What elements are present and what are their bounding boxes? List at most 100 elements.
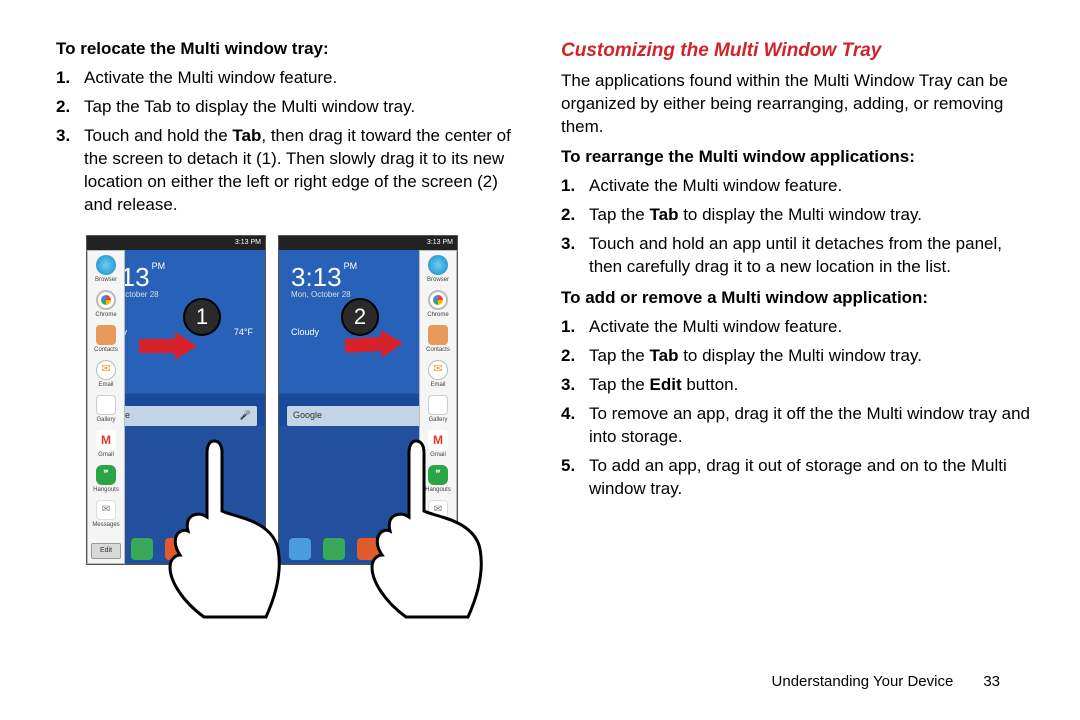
step-text: Tap the Tab to display the Multi window …: [84, 97, 415, 116]
app-label: Gallery: [96, 416, 115, 424]
hangouts-icon: [96, 465, 116, 485]
step-text: To add an app, drag it out of storage an…: [589, 456, 1007, 498]
phone-screenshot-1: 3:13 PM 3:13PM Mon, October 28 Cloudy74°…: [86, 235, 266, 565]
tray-app: Hangouts: [88, 461, 124, 496]
relocate-step-2: Tap the Tab to display the Multi window …: [56, 96, 525, 119]
tray-app: Gmail: [88, 426, 124, 461]
step-text: Touch and hold the: [84, 126, 232, 145]
step-text: Tap the: [589, 375, 650, 394]
list-item: To remove an app, drag it off the the Mu…: [561, 403, 1030, 449]
list-item: Activate the Multi window feature.: [561, 316, 1030, 339]
step-text: Activate the Multi window feature.: [589, 176, 842, 195]
app-label: Chrome: [427, 311, 448, 319]
add-remove-steps: Activate the Multi window feature. Tap t…: [561, 316, 1030, 501]
messages-icon: [96, 500, 116, 520]
list-item: Tap the Edit button.: [561, 374, 1030, 397]
app-label: Gallery: [428, 416, 447, 424]
tray-app: Contacts: [88, 321, 124, 356]
tray-app: Gallery: [88, 391, 124, 426]
edit-button: Edit: [91, 543, 121, 559]
gallery-icon: [428, 395, 448, 415]
step-bold: Tab: [232, 126, 261, 145]
tray-app: Chrome: [88, 286, 124, 321]
relocate-heading: To relocate the Multi window tray:: [56, 38, 525, 61]
list-item: To add an app, drag it out of storage an…: [561, 455, 1030, 501]
browser-icon: [96, 255, 116, 275]
chrome-icon: [428, 290, 448, 310]
date-label: Mon, October 28: [291, 290, 351, 301]
step-text: button.: [682, 375, 739, 394]
app-label: Chrome: [95, 311, 116, 319]
dock-icon: [165, 538, 187, 560]
tray-app: Chrome: [420, 286, 456, 321]
tray-app: Gmail: [420, 426, 456, 461]
app-label: Gmail: [430, 451, 446, 459]
search-label: Google: [293, 409, 322, 421]
email-icon: [96, 360, 116, 380]
tray-app: Email: [88, 356, 124, 391]
chrome-icon: [96, 290, 116, 310]
step-text: to display the Multi window tray.: [678, 205, 921, 224]
app-label: Hangouts: [93, 486, 119, 494]
step-bold: Tab: [650, 346, 679, 365]
dock-icon: [323, 538, 345, 560]
gmail-icon: [96, 430, 116, 450]
clock-time: 3:13: [291, 262, 342, 292]
status-bar: 3:13 PM: [279, 236, 457, 250]
list-item: Activate the Multi window feature.: [561, 175, 1030, 198]
list-item: Touch and hold an app until it detaches …: [561, 233, 1030, 279]
app-label: Hangouts: [425, 486, 451, 494]
edit-button: Edit: [423, 543, 453, 559]
weather-word: Cloudy: [291, 326, 319, 338]
dock-icon: [391, 538, 413, 560]
add-remove-heading: To add or remove a Multi window applicat…: [561, 287, 1030, 310]
relocate-steps: Activate the Multi window feature. Tap t…: [56, 67, 525, 217]
app-label: Messages: [424, 521, 451, 529]
step-text: to display the Multi window tray.: [678, 346, 921, 365]
app-label: Contacts: [426, 346, 450, 354]
dock-icon: [357, 538, 379, 560]
multi-window-tray: Browser Chrome Contacts Email Gallery Gm…: [87, 250, 125, 564]
step-text: Tap the: [589, 205, 650, 224]
app-label: Contacts: [94, 346, 118, 354]
step-text: Touch and hold an app until it detaches …: [589, 234, 1002, 276]
app-label: Messages: [92, 521, 119, 529]
list-item: Tap the Tab to display the Multi window …: [561, 345, 1030, 368]
page-footer: Understanding Your Device 33: [772, 672, 1000, 692]
section-name: Understanding Your Device: [772, 672, 954, 692]
clock-ampm: PM: [152, 261, 166, 271]
step-bold: Tab: [650, 205, 679, 224]
browser-icon: [428, 255, 448, 275]
contact-icon: [96, 325, 116, 345]
step-text: To remove an app, drag it off the the Mu…: [589, 404, 1030, 446]
customizing-title: Customizing the Multi Window Tray: [561, 38, 1030, 64]
app-label: Email: [98, 381, 113, 389]
rearrange-steps: Activate the Multi window feature. Tap t…: [561, 175, 1030, 279]
dock-icon: [289, 538, 311, 560]
gmail-icon: [428, 430, 448, 450]
tray-app: Hangouts: [420, 461, 456, 496]
illustration: 3:13 PM 3:13PM Mon, October 28 Cloudy74°…: [86, 235, 525, 565]
intro-paragraph: The applications found within the Multi …: [561, 70, 1030, 139]
status-bar: 3:13 PM: [87, 236, 265, 250]
step-text: Tap the: [589, 346, 650, 365]
app-label: Gmail: [98, 451, 114, 459]
app-label: Email: [430, 381, 445, 389]
phone-screenshot-2: 3:13 PM 3:13PM Mon, October 28 Cloudy74°…: [278, 235, 458, 565]
tray-app: Messages: [88, 496, 124, 531]
tray-app: Gallery: [420, 391, 456, 426]
tray-app: Email: [420, 356, 456, 391]
app-label: Browser: [427, 276, 449, 284]
callout-badge-2: 2: [341, 298, 379, 336]
hangouts-icon: [428, 465, 448, 485]
gallery-icon: [96, 395, 116, 415]
step-text: Activate the Multi window feature.: [84, 68, 337, 87]
step-bold: Edit: [650, 375, 682, 394]
page-number: 33: [983, 672, 1000, 692]
relocate-step-1: Activate the Multi window feature.: [56, 67, 525, 90]
relocate-step-3: Touch and hold the Tab, then drag it tow…: [56, 125, 525, 217]
step-text: Activate the Multi window feature.: [589, 317, 842, 336]
tray-app: Messages: [420, 496, 456, 531]
list-item: Tap the Tab to display the Multi window …: [561, 204, 1030, 227]
email-icon: [428, 360, 448, 380]
